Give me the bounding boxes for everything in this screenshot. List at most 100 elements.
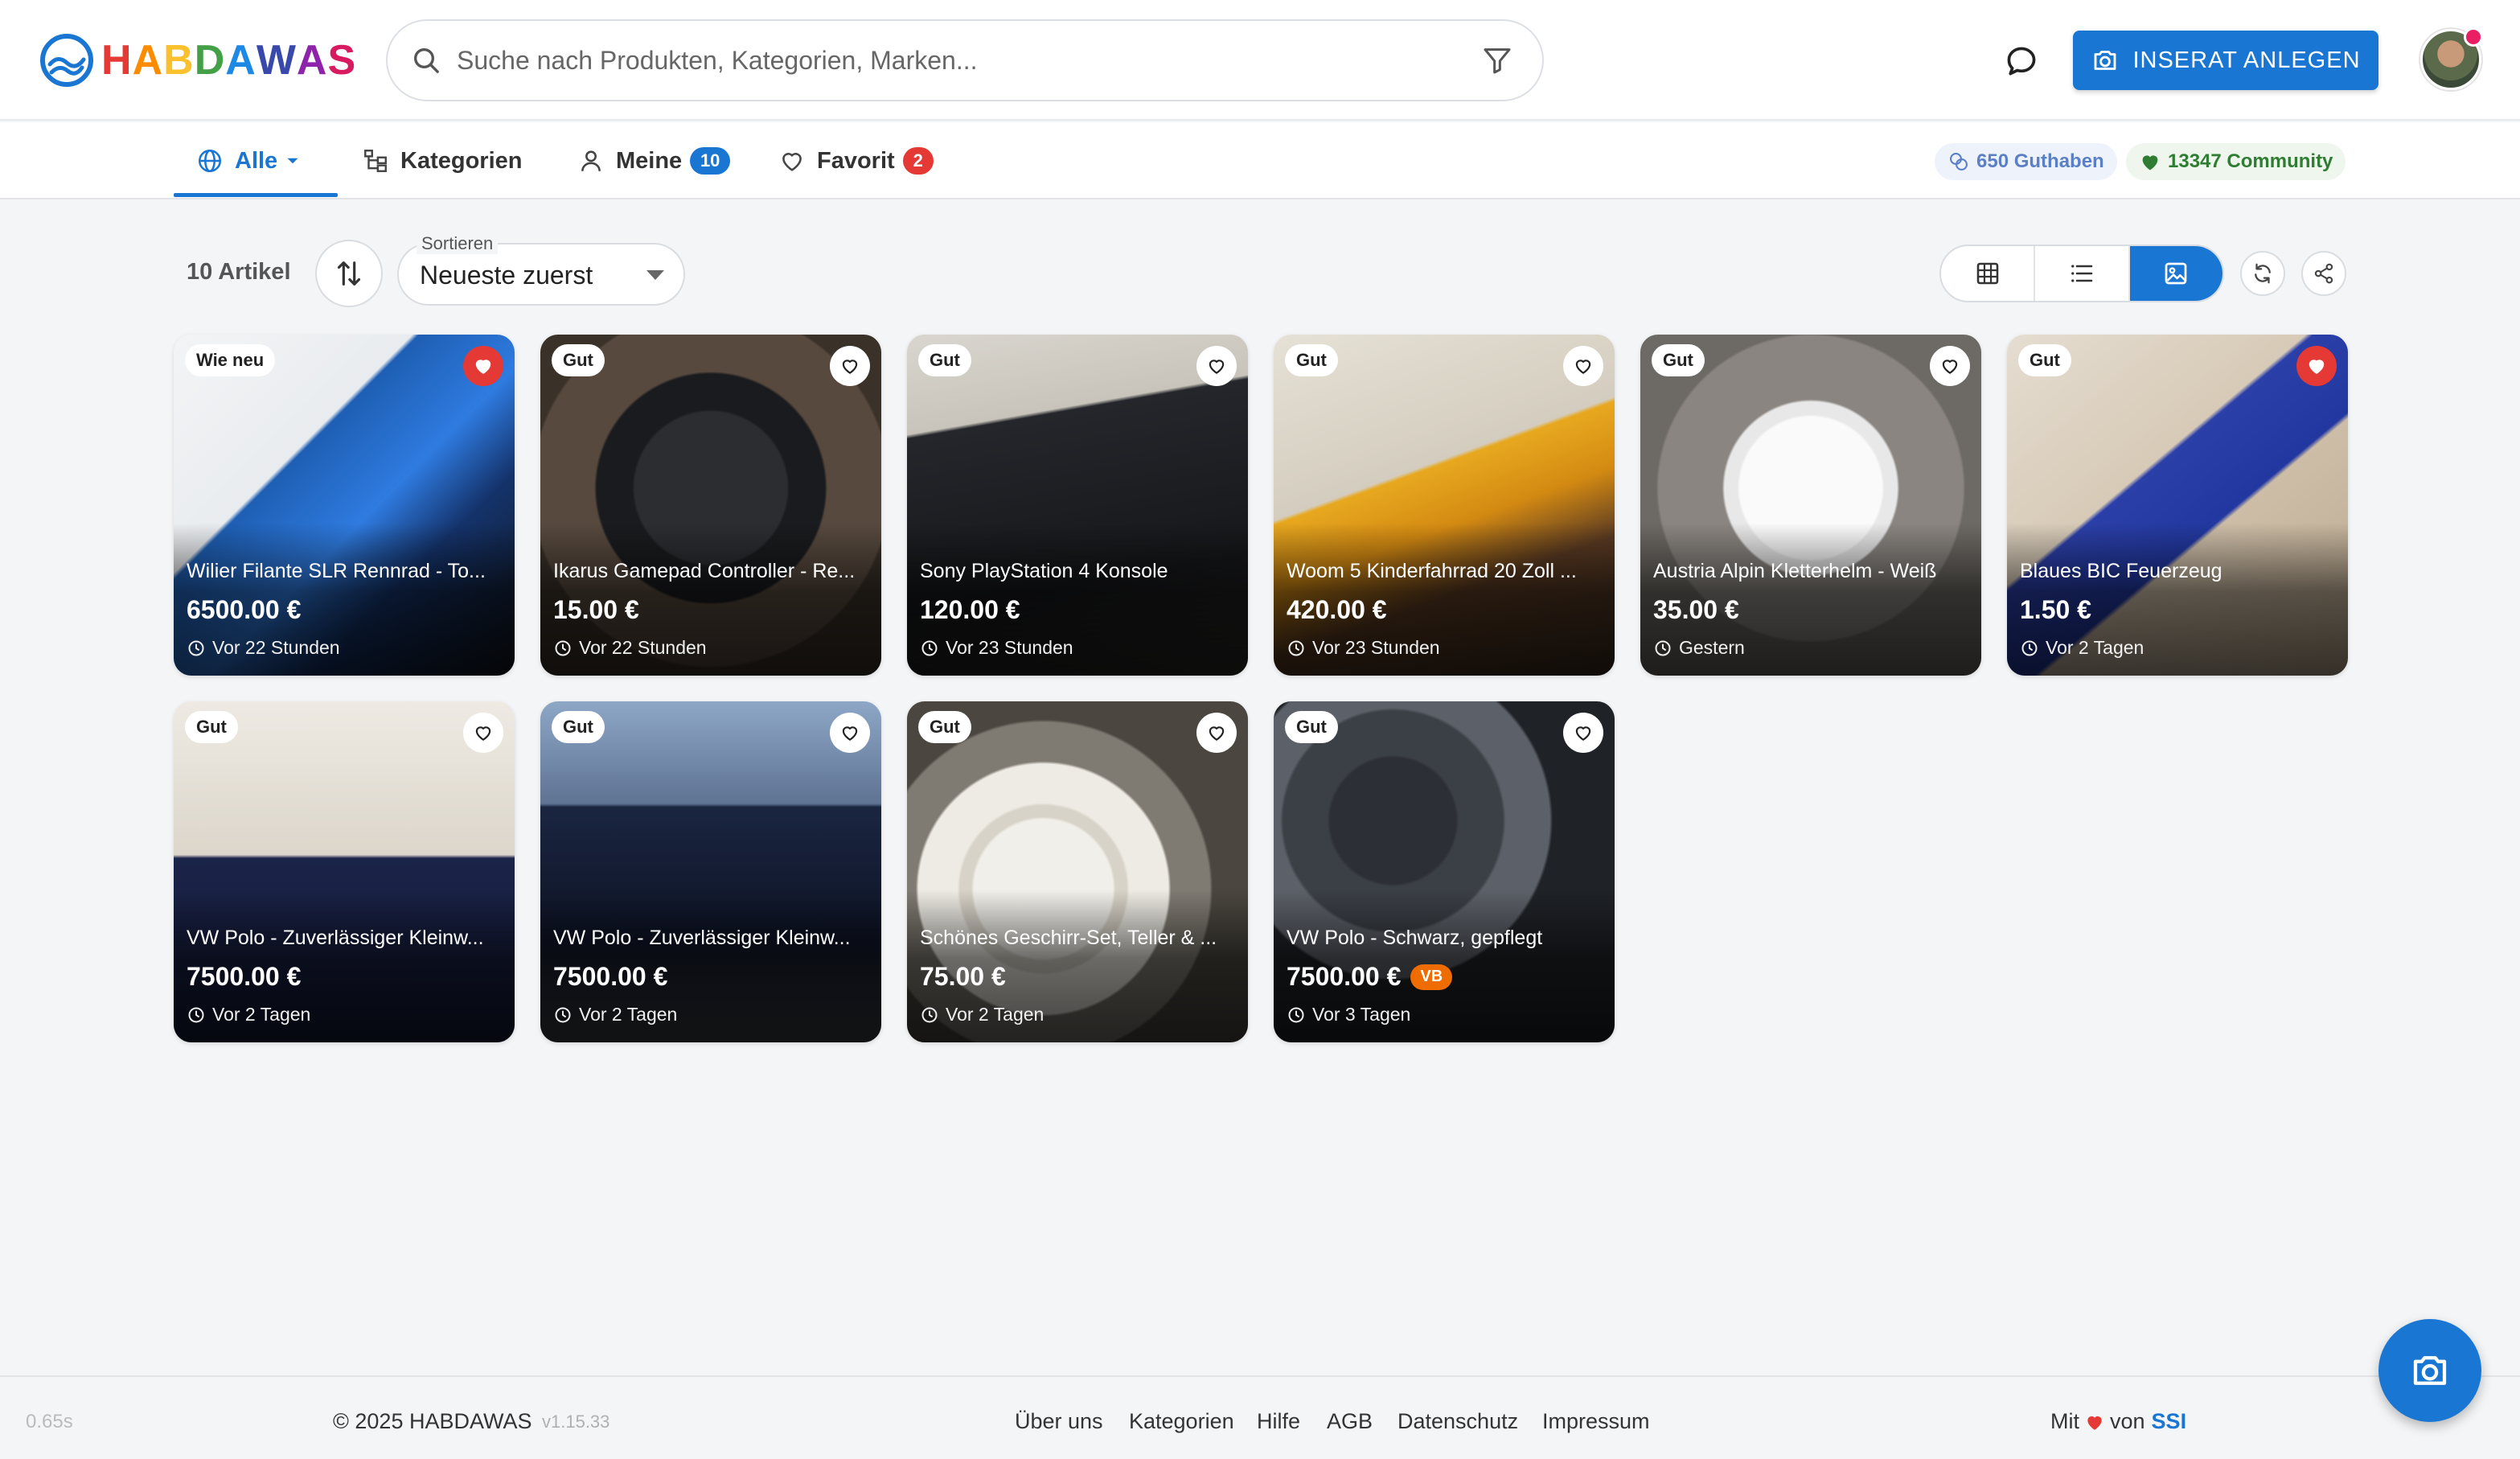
listing-age-label: Vor 22 Stunden <box>212 637 340 658</box>
clock-icon <box>1288 640 1304 656</box>
credits-chip[interactable]: 650 Guthaben <box>1935 143 2117 180</box>
sort-select[interactable]: Sortieren Neueste zuerst <box>397 233 685 306</box>
tab-categories[interactable]: Kategorien <box>362 122 522 199</box>
footer-link-terms[interactable]: AGB <box>1327 1409 1373 1434</box>
listing-card[interactable]: Gut Woom 5 Kinderfahrrad 20 Zoll ... 420.0… <box>1274 335 1615 676</box>
list-icon <box>2071 265 2093 282</box>
favorite-toggle[interactable] <box>463 346 503 386</box>
notification-dot <box>2464 27 2483 47</box>
condition-badge: Gut <box>1652 344 1705 376</box>
tab-all[interactable]: Alle <box>196 122 303 199</box>
listing-title: Austria Alpin Kletterhelm - Weiß <box>1653 560 1937 582</box>
chat-icon[interactable] <box>2004 43 2039 79</box>
sort-select-label: Sortieren <box>417 233 499 254</box>
favorite-toggle[interactable] <box>830 713 870 753</box>
listing-price-row: 6500.00 € <box>187 595 301 625</box>
listing-price-row: 75.00 € <box>920 962 1006 992</box>
refresh-icon <box>2255 263 2271 284</box>
heart-outline-icon <box>842 360 858 374</box>
brand-letter: A <box>225 37 257 84</box>
listing-card[interactable]: Gut Ikarus Gamepad Controller - Re... 15.0… <box>540 335 881 676</box>
listing-card[interactable]: Gut Austria Alpin Kletterhelm - Weiß 35.00… <box>1640 335 1981 676</box>
favorite-toggle[interactable] <box>2296 346 2337 386</box>
heart-outline-icon <box>475 726 491 741</box>
clock-icon <box>1655 640 1671 656</box>
listing-age-label: Vor 2 Tagen <box>579 1004 678 1025</box>
clock-icon <box>2021 640 2038 656</box>
favorite-toggle[interactable] <box>1196 713 1237 753</box>
search-bar[interactable] <box>386 19 1544 101</box>
filter-icon[interactable] <box>1481 44 1513 76</box>
favorite-toggle[interactable] <box>1563 713 1603 753</box>
listing-price: 7500.00 € <box>187 962 302 991</box>
brand-letter: B <box>163 37 195 84</box>
listing-card[interactable]: Gut VW Polo - Schwarz, gepflegt 7500.00 € V… <box>1274 701 1615 1042</box>
listing-age-label: Vor 2 Tagen <box>946 1004 1045 1025</box>
sort-direction-button[interactable] <box>315 240 383 307</box>
listing-age: Vor 23 Stunden <box>920 637 1073 659</box>
share-button[interactable] <box>2301 251 2346 296</box>
credit-org-link[interactable]: SSI <box>2152 1409 2187 1434</box>
tab-categories-label: Kategorien <box>400 147 523 174</box>
footer-link-privacy[interactable]: Datenschutz <box>1397 1409 1518 1434</box>
search-icon <box>414 48 439 73</box>
listing-card[interactable]: Gut VW Polo - Zuverlässiger Kleinw... 7500… <box>174 701 515 1042</box>
load-time: 0.65s <box>26 1411 73 1432</box>
favorite-toggle[interactable] <box>830 346 870 386</box>
footer-link-categories[interactable]: Kategorien <box>1129 1409 1234 1434</box>
tab-favorites[interactable]: Favorit 2 <box>778 122 934 199</box>
brand-letter: S <box>327 37 357 84</box>
favorite-toggle[interactable] <box>1563 346 1603 386</box>
tab-mine[interactable]: Meine 10 <box>577 122 731 199</box>
tab-mine-label: Meine <box>616 147 683 174</box>
listing-price-row: 35.00 € <box>1653 595 1739 625</box>
listing-card[interactable]: Gut VW Polo - Zuverlässiger Kleinw... 7500… <box>540 701 881 1042</box>
negotiable-badge: VB <box>1410 964 1453 990</box>
camera-icon <box>2095 51 2116 70</box>
condition-badge: Wie neu <box>185 344 276 376</box>
dropdown-caret-icon <box>646 270 664 280</box>
share-icon <box>2314 263 2333 284</box>
listing-age: Vor 3 Tagen <box>1287 1004 1410 1025</box>
list-view-button[interactable] <box>2035 246 2130 301</box>
favorite-toggle[interactable] <box>1196 346 1237 386</box>
listing-price-row: 420.00 € <box>1287 595 1387 625</box>
listing-card[interactable]: Wie neu Wilier Filante SLR Rennrad - To..… <box>174 335 515 676</box>
view-mode-toggle <box>1939 245 2224 302</box>
brand-letter: H <box>101 37 133 84</box>
listing-card[interactable]: Gut Sony PlayStation 4 Konsole 120.00 € Vor… <box>907 335 1248 676</box>
search-input[interactable] <box>457 36 1446 84</box>
image-view-button[interactable] <box>2129 246 2222 301</box>
sort-arrows-icon <box>337 261 361 286</box>
footer-link-about[interactable]: Über uns <box>1015 1409 1103 1434</box>
community-label: 13347 Community <box>2168 150 2333 172</box>
favorite-toggle[interactable] <box>463 713 503 753</box>
listing-title: Ikarus Gamepad Controller - Re... <box>553 560 856 582</box>
listing-card[interactable]: Gut Schönes Geschirr-Set, Teller & ... 75.… <box>907 701 1248 1042</box>
result-count: 10 Artikel <box>187 259 291 285</box>
listing-card[interactable]: Gut Blaues BIC Feuerzeug 1.50 € Vor 2 Tagen <box>2007 335 2348 676</box>
brand-logo[interactable]: HABDAWAS <box>39 31 356 90</box>
clock-icon <box>1288 1007 1304 1022</box>
quick-photo-listing-button[interactable] <box>2378 1319 2481 1422</box>
brand-letter: A <box>296 37 328 84</box>
footer-link-imprint[interactable]: Impressum <box>1542 1409 1650 1434</box>
listing-age: Gestern <box>1653 637 1745 659</box>
listing-price: 35.00 € <box>1653 595 1739 624</box>
brand-name: HABDAWAS <box>101 36 356 84</box>
community-chip[interactable]: 13347 Community <box>2126 143 2346 180</box>
listing-price: 75.00 € <box>920 962 1006 991</box>
grid-view-button[interactable] <box>1941 246 2036 301</box>
favorite-toggle[interactable] <box>1930 346 1970 386</box>
sort-select-value: Neueste zuerst <box>420 261 593 290</box>
footer-link-help[interactable]: Hilfe <box>1257 1409 1300 1434</box>
heart-outline-icon <box>1575 726 1591 741</box>
coins-icon <box>1950 153 1968 171</box>
clock-icon <box>555 1007 571 1022</box>
listing-price: 7500.00 € <box>1287 962 1402 991</box>
create-listing-button[interactable]: INSERAT ANLEGEN <box>2073 31 2378 90</box>
refresh-button[interactable] <box>2240 251 2285 296</box>
condition-badge: Gut <box>1285 711 1338 743</box>
condition-badge: Gut <box>918 344 971 376</box>
app-version: v1.15.33 <box>542 1412 610 1432</box>
